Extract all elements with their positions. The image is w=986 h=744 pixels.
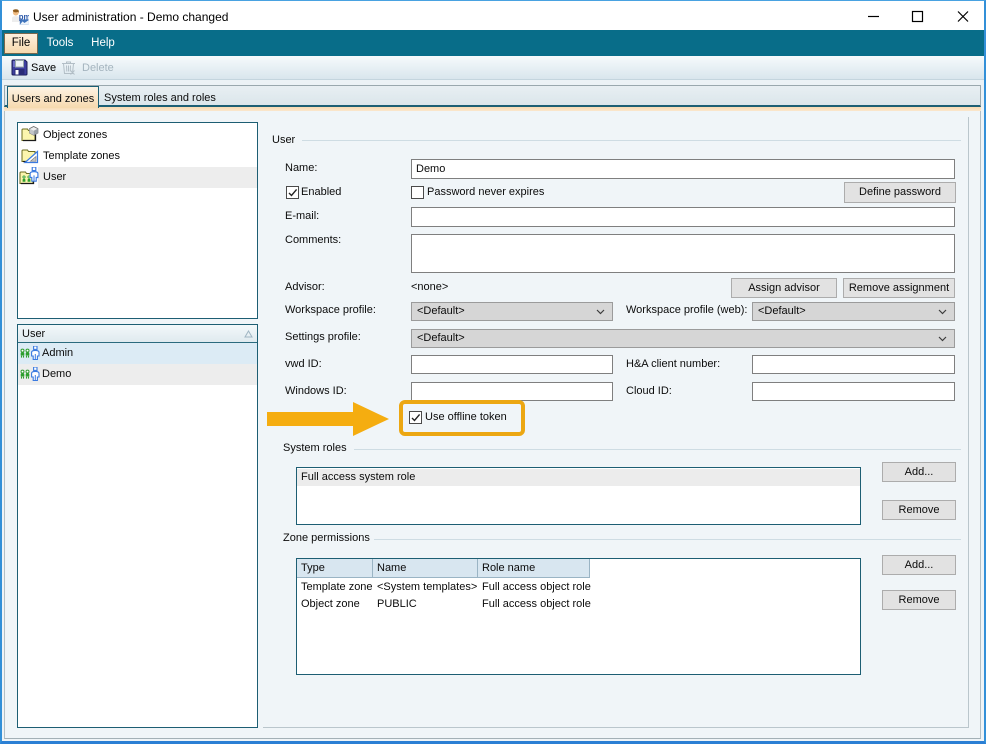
svg-text:pm: pm — [19, 12, 29, 21]
